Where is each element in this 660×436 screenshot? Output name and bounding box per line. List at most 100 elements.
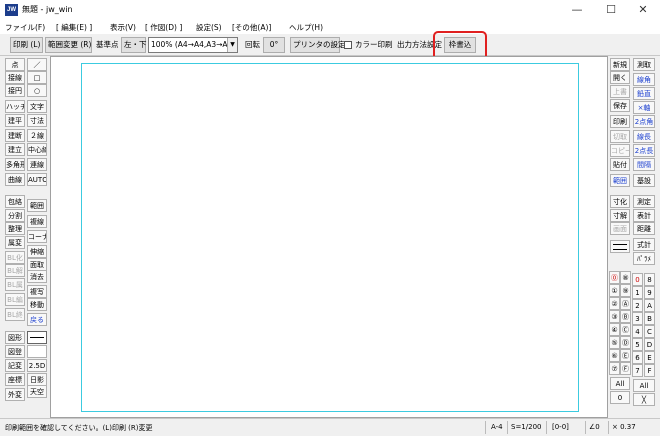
tool-undo[interactable]: 戻る xyxy=(27,313,47,326)
tool-curve[interactable]: 曲線 xyxy=(5,173,25,186)
tool-dimension[interactable]: 寸法 xyxy=(27,114,47,127)
menu-edit[interactable]: [ 編集(E) ] xyxy=(56,22,92,33)
tool-range-select[interactable]: 範囲 xyxy=(610,174,630,187)
tool-erase[interactable]: 消去 xyxy=(27,270,47,283)
status-angle[interactable]: ∠0 xyxy=(589,423,600,431)
tool-dimension-release[interactable]: 寸解 xyxy=(610,209,630,222)
layer-group-button[interactable]: Ⓒ xyxy=(620,323,631,336)
tool-two-point-length[interactable]: 2点長 xyxy=(633,144,655,157)
layer-zero-button[interactable]: 0 xyxy=(610,391,630,404)
tool-double-line[interactable]: ２線 xyxy=(27,129,47,142)
layer-group-button[interactable]: ④ xyxy=(609,323,620,336)
layer-group-button[interactable]: ⑧ xyxy=(620,271,631,284)
tool-table-calc[interactable]: 表計 xyxy=(633,209,655,222)
layer-button[interactable]: 3 xyxy=(632,312,643,325)
tool-measure[interactable]: 測定 xyxy=(633,195,655,208)
layer-button[interactable]: 0 xyxy=(632,273,643,286)
tool-screen[interactable]: 画面 xyxy=(610,222,630,235)
tool-tangent[interactable]: 接線 xyxy=(5,71,25,84)
tool-block-attribute[interactable]: BL属 xyxy=(5,278,25,291)
menu-view[interactable]: 表示(V) xyxy=(110,22,136,33)
tool-tangent-circle[interactable]: 接円 xyxy=(5,84,25,97)
line-type-selector[interactable] xyxy=(27,331,47,344)
tool-figure-register[interactable]: 図登 xyxy=(5,345,25,358)
minimize-button[interactable]: — xyxy=(560,0,594,20)
tool-dimension-convert[interactable]: 寸化 xyxy=(610,195,630,208)
layer-button[interactable]: 1 xyxy=(632,286,643,299)
tool-move[interactable]: 移動 xyxy=(27,298,47,311)
layer-button[interactable]: 9 xyxy=(644,286,655,299)
tool-connect-line[interactable]: 連線 xyxy=(27,158,47,171)
layer-group-button[interactable]: ② xyxy=(609,297,620,310)
layer-group-button[interactable]: ⑨ xyxy=(620,284,631,297)
tool-block-explode[interactable]: BL解 xyxy=(5,264,25,277)
base-point-button[interactable]: 左・下 xyxy=(121,37,147,53)
tool-elevation[interactable]: 建立 xyxy=(5,143,25,156)
tool-line-angle[interactable]: 線角 xyxy=(633,73,655,86)
tool-measure-pick[interactable]: 測取 xyxy=(633,58,655,71)
layer-button[interactable]: 8 xyxy=(644,273,655,286)
layer-group-button[interactable]: Ⓐ xyxy=(620,297,631,310)
layer-group-button[interactable]: ⑥ xyxy=(609,349,620,362)
layer-button[interactable]: E xyxy=(644,351,655,364)
tool-two-point-angle[interactable]: 2点角 xyxy=(633,115,655,128)
tool-symbol-change[interactable]: 記変 xyxy=(5,359,25,372)
line-width-selector[interactable] xyxy=(610,240,630,253)
layer-button[interactable]: A xyxy=(644,299,655,312)
layer-group-button[interactable]: ⑤ xyxy=(609,336,620,349)
drawing-canvas[interactable] xyxy=(50,56,608,418)
printer-settings-button[interactable]: プリンタの設定 xyxy=(290,37,346,53)
layer-group-button[interactable]: ⓪ xyxy=(609,271,620,284)
tool-formula-calc[interactable]: 式計 xyxy=(633,238,655,251)
tool-sky[interactable]: 天空 xyxy=(27,385,47,398)
tool-coordinates[interactable]: 座標 xyxy=(5,373,25,386)
layer-group-button[interactable]: Ⓓ xyxy=(620,336,631,349)
tool-new[interactable]: 新規 xyxy=(610,58,630,71)
tool-text[interactable]: 文字 xyxy=(27,100,47,113)
layer-button[interactable]: 6 xyxy=(632,351,643,364)
tool-block-end[interactable]: BL終 xyxy=(5,308,25,321)
all-layers-button[interactable]: All xyxy=(633,379,655,392)
tool-block-edit[interactable]: BL編 xyxy=(5,293,25,306)
layer-cross-icon[interactable]: ╳ xyxy=(633,393,655,406)
tool-point[interactable]: 点 xyxy=(5,58,25,71)
tool-section[interactable]: 建断 xyxy=(5,129,25,142)
tool-base-settings[interactable]: 基設 xyxy=(633,174,655,187)
tool-extend[interactable]: 伸縮 xyxy=(27,245,47,258)
tool-block-create[interactable]: BL化 xyxy=(5,251,25,264)
tool-cleanup[interactable]: 整理 xyxy=(5,222,25,235)
tool-auto[interactable]: AUTO xyxy=(27,173,47,186)
print-button[interactable]: 印刷 (L) xyxy=(10,37,43,53)
tool-offset[interactable]: 複線 xyxy=(27,215,47,228)
tool-parametric[interactable]: ﾊﾟﾗﾒ xyxy=(633,252,655,265)
color-print-checkbox[interactable] xyxy=(344,41,352,49)
layer-group-button[interactable]: ① xyxy=(609,284,620,297)
tool-vertical[interactable]: 鉛直 xyxy=(633,87,655,100)
tool-divide[interactable]: 分割 xyxy=(5,209,25,222)
layer-group-button[interactable]: Ⓕ xyxy=(620,362,631,375)
layer-button[interactable]: B xyxy=(644,312,655,325)
layer-button[interactable]: C xyxy=(644,325,655,338)
tool-paste[interactable]: 貼付 xyxy=(610,158,630,171)
tool-copy-clipboard[interactable]: コピー xyxy=(610,144,630,157)
chevron-down-icon[interactable]: ▼ xyxy=(227,38,237,52)
layer-button[interactable]: D xyxy=(644,338,655,351)
tool-distance[interactable]: 距離 xyxy=(633,222,655,235)
menu-other[interactable]: [その他(A)] xyxy=(232,22,271,33)
tool-center-line[interactable]: 中心線 xyxy=(27,143,47,156)
range-change-button[interactable]: 範囲変更 (R) xyxy=(45,37,92,53)
status-scale[interactable]: S=1/200 xyxy=(511,423,541,431)
tool-line[interactable]: ／ xyxy=(27,58,47,71)
all-layer-groups-button[interactable]: All xyxy=(610,377,630,390)
layer-button[interactable]: 5 xyxy=(632,338,643,351)
paper-size-select[interactable]: 100% (A4→A4,A3→A3) ▼ xyxy=(148,37,238,53)
tool-hatch[interactable]: ハッチ xyxy=(5,100,25,113)
status-paper-size[interactable]: A-4 xyxy=(491,423,503,431)
menu-help[interactable]: ヘルプ(H) xyxy=(289,22,323,33)
maximize-button[interactable]: ☐ xyxy=(594,0,628,20)
tool-print[interactable]: 印刷 xyxy=(610,115,630,128)
layer-button[interactable]: 4 xyxy=(632,325,643,338)
menu-settings[interactable]: 設定(S) xyxy=(196,22,222,33)
tool-figure[interactable]: 図形 xyxy=(5,331,25,344)
tool-open[interactable]: 開く xyxy=(610,71,630,84)
